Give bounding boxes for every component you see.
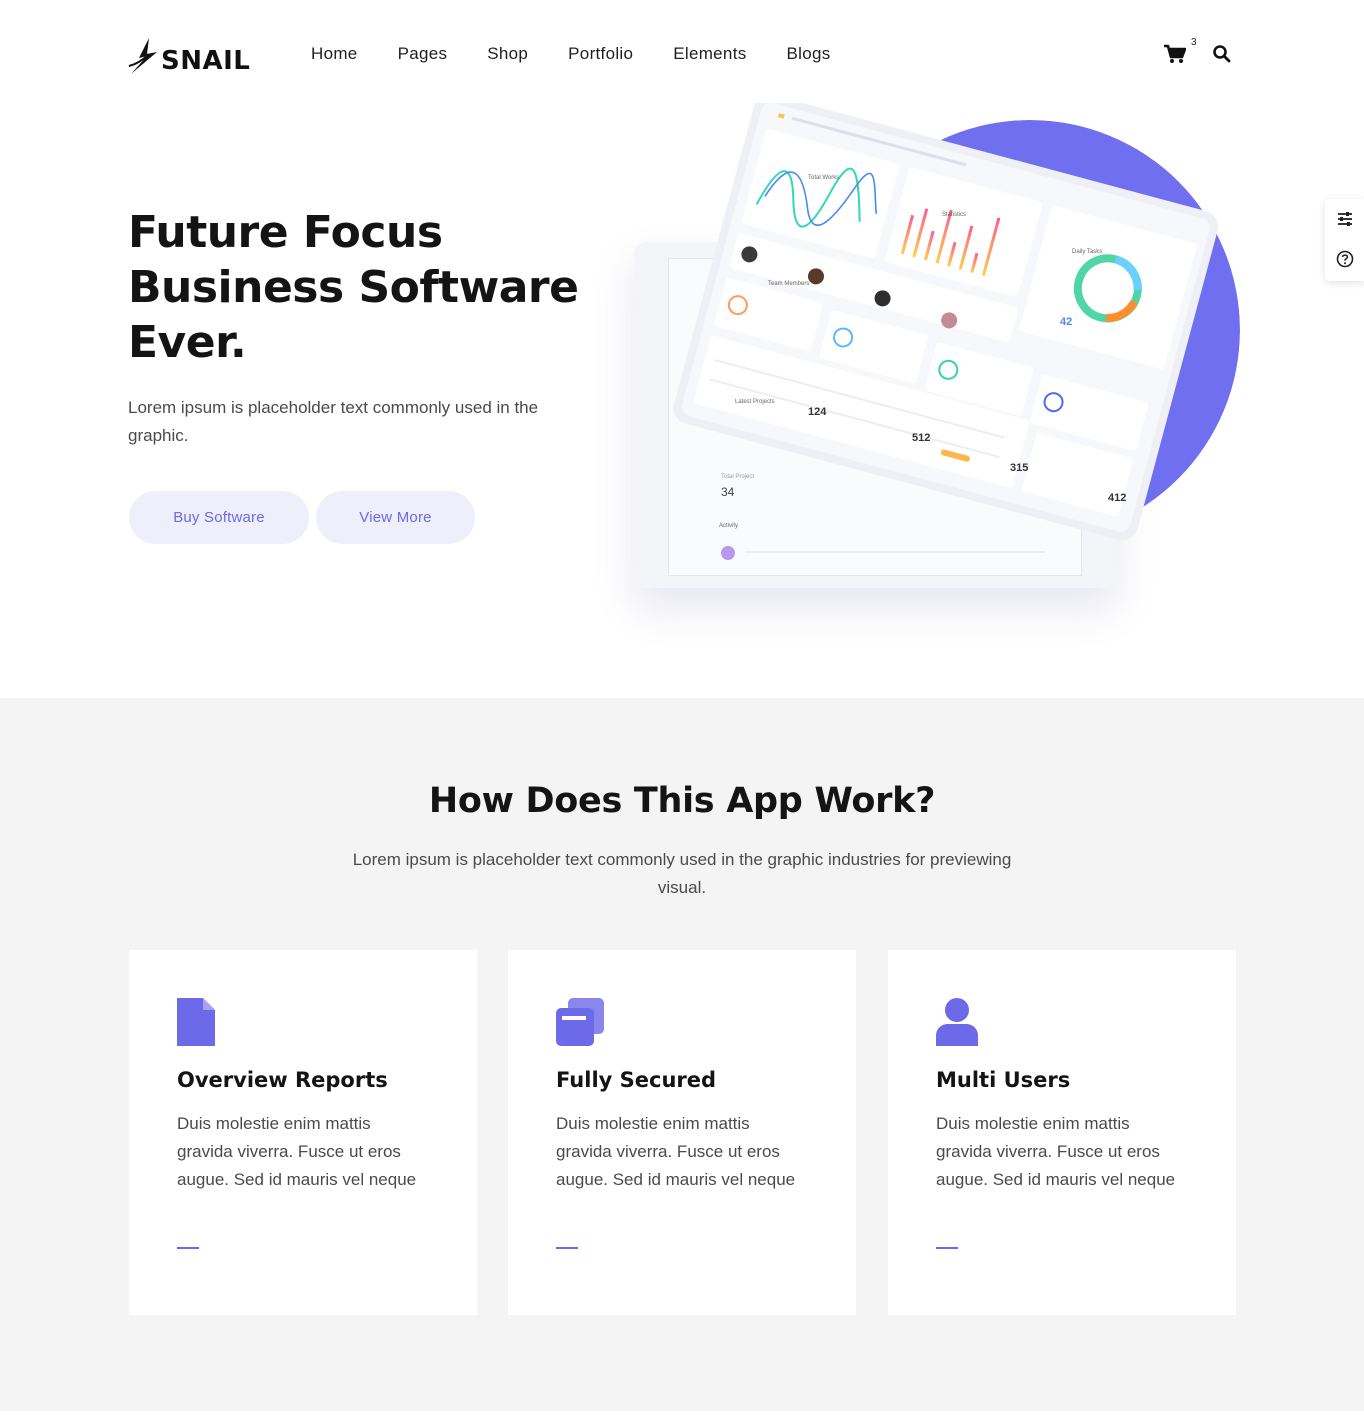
nav-portfolio[interactable]: Portfolio bbox=[568, 42, 633, 66]
daily-tasks-label: Daily Tasks bbox=[1072, 249, 1102, 255]
hero-title-line: Future Focus bbox=[128, 207, 443, 258]
accent-line bbox=[556, 1247, 578, 1249]
files-icon bbox=[556, 998, 604, 1046]
tablet-dashboard: 124 512 315 412 42 Total Works Statistic… bbox=[673, 103, 1219, 541]
nav-shop[interactable]: Shop bbox=[487, 42, 528, 66]
hero-description: Lorem ipsum is placeholder text commonly… bbox=[128, 398, 539, 445]
brand-name: SNAIL bbox=[161, 46, 251, 76]
accent-line bbox=[936, 1247, 958, 1249]
tasks-value: 412 bbox=[1108, 492, 1126, 504]
nav-blogs[interactable]: Blogs bbox=[787, 42, 831, 66]
feature-text: Duis molestie enim mattis gravida viverr… bbox=[936, 1114, 1176, 1189]
sliders-icon[interactable] bbox=[1335, 209, 1355, 229]
cart-icon[interactable] bbox=[1164, 44, 1186, 64]
view-more-button[interactable]: View More bbox=[316, 491, 475, 544]
side-widget bbox=[1325, 199, 1364, 281]
help-circle-icon[interactable] bbox=[1335, 249, 1355, 269]
site-header: SNAIL Home Pages Shop Portfolio Elements… bbox=[0, 0, 1364, 108]
hero-title: Future Focus Business Software Ever. bbox=[128, 205, 598, 370]
feature-card: Overview Reports Duis molestie enim matt… bbox=[129, 950, 477, 1315]
feature-card: Fully Secured Duis molestie enim mattis … bbox=[508, 950, 856, 1315]
hero-title-line: Ever. bbox=[128, 317, 247, 368]
feature-card: Multi Users Duis molestie enim mattis gr… bbox=[888, 950, 1236, 1315]
section-description: Lorem ipsum is placeholder text commonly… bbox=[352, 850, 1012, 897]
cart-count-badge: 3 bbox=[1191, 37, 1197, 48]
document-icon bbox=[177, 998, 215, 1046]
buy-software-button[interactable]: Buy Software bbox=[129, 491, 309, 544]
feature-text: Duis molestie enim mattis gravida viverr… bbox=[556, 1114, 796, 1189]
nav-elements[interactable]: Elements bbox=[673, 42, 746, 66]
feature-text: Duis molestie enim mattis gravida viverr… bbox=[177, 1114, 417, 1189]
feature-title: Overview Reports bbox=[177, 1068, 388, 1092]
latest-projects-label: Latest Projects bbox=[735, 399, 775, 405]
hero-illustration: Total Project 34 Activity 124 512 315 41… bbox=[600, 95, 1260, 655]
how-it-works-section: How Does This App Work? Lorem ipsum is p… bbox=[0, 698, 1364, 1411]
statistics-value: 315 bbox=[1010, 462, 1028, 474]
main-nav: Home Pages Shop Portfolio Elements Blogs bbox=[311, 42, 871, 66]
feature-title: Multi Users bbox=[936, 1068, 1071, 1092]
accent-line bbox=[177, 1247, 199, 1249]
analytics-value: 512 bbox=[912, 432, 930, 444]
hero-title-line: Business Software bbox=[128, 262, 579, 313]
team-members-label: Team Members bbox=[768, 281, 809, 287]
statistics-label: Statistics bbox=[942, 212, 966, 218]
total-works-label: Total Works bbox=[808, 175, 839, 181]
nav-home[interactable]: Home bbox=[311, 42, 358, 66]
brand-logo[interactable]: SNAIL bbox=[127, 34, 251, 76]
search-icon[interactable] bbox=[1212, 44, 1232, 64]
works-value: 124 bbox=[808, 406, 827, 418]
feature-title: Fully Secured bbox=[556, 1068, 717, 1092]
nav-pages[interactable]: Pages bbox=[398, 42, 448, 66]
daily-tasks-value: 42 bbox=[1060, 316, 1072, 328]
user-icon bbox=[936, 998, 978, 1046]
section-title: How Does This App Work? bbox=[428, 781, 936, 821]
